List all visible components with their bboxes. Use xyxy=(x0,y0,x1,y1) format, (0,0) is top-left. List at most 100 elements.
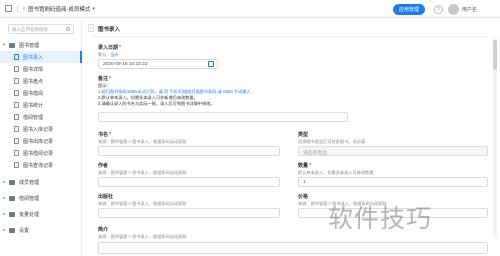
quantity-hint: 默认单本录入，如需多本录入可修改数量 xyxy=(298,170,374,175)
sidebar-item-book-stats[interactable]: 图书统计 xyxy=(0,99,82,111)
page-title: 图书录入 xyxy=(98,27,121,33)
label-text: 备注 xyxy=(98,76,109,82)
book-title-label: 书名* xyxy=(98,132,111,138)
sidebar-item-label: 图书统计 xyxy=(23,102,44,109)
sidebar-item-stock-out-record[interactable]: 图书出库记录 xyxy=(0,135,82,147)
divider xyxy=(92,36,488,37)
form-icon xyxy=(14,66,19,72)
app-title[interactable]: 图书馆刷码借阅-成员模式 xyxy=(28,5,90,13)
publisher-input[interactable] xyxy=(98,208,280,218)
search-placeholder: 输入应用名称搜索 xyxy=(12,27,48,32)
sidebar-item-book-inventory[interactable]: 图书盘点 xyxy=(0,75,82,87)
label-text: 录入日期 xyxy=(98,45,119,51)
home-icon[interactable] xyxy=(5,5,12,12)
notes-tip-line: 3.请确认录入的书名与实际一致，录入后可到图书详情中修改。 xyxy=(98,101,215,106)
sidebar-item-label: 借阅管理 xyxy=(23,114,44,121)
sidebar-item-label: 图书录入 xyxy=(23,54,44,61)
hint-prefix: 默认： xyxy=(98,52,111,57)
entry-date-value: 2020-09-18 10:32:22 xyxy=(103,62,148,67)
form-icon xyxy=(14,54,19,60)
book-title-hint: 来源：图书管理 > 图书录入，根据条码自动获取 xyxy=(98,139,187,144)
sidebar-search-input[interactable]: 输入应用名称搜索 xyxy=(8,24,74,34)
entry-date-hint: 默认：当天 xyxy=(98,52,119,58)
avatar[interactable] xyxy=(448,4,459,15)
sidebar-group-book-manage[interactable]: ▾ 图书管理 xyxy=(0,39,82,51)
collapse-sidebar-button[interactable]: ‹ xyxy=(88,24,94,32)
category-placeholder: 请选择类型 xyxy=(303,151,327,156)
sidebar-group-batch[interactable]: ▸ 批量处理 xyxy=(0,208,82,220)
folder-icon xyxy=(9,42,15,48)
report-icon xyxy=(14,138,19,144)
sidebar-group-settings[interactable]: ▸ 设置 xyxy=(0,224,82,236)
sidebar-item-stock-in-record[interactable]: 图书入库记录 xyxy=(0,123,82,135)
sidebar-item-label: 图书入库记录 xyxy=(23,126,54,133)
quantity-label: 数量* xyxy=(298,163,311,169)
sidebar-item-label: 图书出库记录 xyxy=(23,138,54,145)
sidebar-item-borrow-record[interactable]: 图书借阅记录 xyxy=(0,147,82,159)
quantity-input[interactable]: 1 xyxy=(298,177,488,187)
folder-icon xyxy=(9,211,15,217)
sidebar-item-label: 图书借阅记录 xyxy=(23,150,54,157)
author-label: 作者 xyxy=(98,163,109,169)
back-icon[interactable]: ‹ xyxy=(23,6,25,12)
sidebar-item-book-detail[interactable]: 图书详情 xyxy=(0,63,82,75)
sidebar-item-book-entry[interactable]: 图书录入 xyxy=(0,51,82,63)
sidebar-item-label: 批量处理 xyxy=(19,211,40,218)
search-icon[interactable] xyxy=(66,27,70,31)
app-manage-button[interactable]: 应用管理 xyxy=(393,4,425,15)
sidebar-group-member-manage[interactable]: ▸ 成员管理 xyxy=(0,176,82,188)
notes-label: 备注* xyxy=(98,76,111,82)
chart-icon xyxy=(14,102,19,108)
publisher-label: 出版社 xyxy=(98,194,114,200)
folder-icon xyxy=(9,195,15,201)
sidebar-item-query-record[interactable]: 图书查询记录 xyxy=(0,159,82,171)
sidebar-item-label: 图书管理 xyxy=(19,42,40,49)
category-hint: 选择图书类型后可检索图书，非必填 xyxy=(298,139,366,144)
publisher-hint: 来源：图书管理 > 图书录入，根据条码自动获取 xyxy=(98,201,187,206)
report-icon xyxy=(14,126,19,132)
summary-input[interactable] xyxy=(98,242,488,254)
entry-date-label: 录入日期* xyxy=(98,45,121,51)
summary-hint: 来源：图书管理 > 图书录入，根据条码自动获取 xyxy=(98,234,187,239)
sidebar-group-borrow-manage[interactable]: ▸ 借阅管理 xyxy=(0,192,82,204)
help-icon[interactable]: ? xyxy=(434,5,443,14)
sidebar-item-label: 图书盘点 xyxy=(23,78,44,85)
hint-value: 当天 xyxy=(110,52,119,57)
quantity-value: 1 xyxy=(303,180,306,185)
sidebar-item-label: 成员管理 xyxy=(19,179,40,186)
calendar-icon[interactable] xyxy=(208,61,214,67)
top-bar: ‹ 图书馆刷码借阅-成员模式 ▾ xyxy=(0,0,500,18)
author-hint: 来源：图书管理 > 图书录入，根据条码自动获取 xyxy=(98,170,187,175)
form-icon xyxy=(14,90,19,96)
folder-icon xyxy=(9,227,15,233)
report-icon xyxy=(14,150,19,156)
form-icon xyxy=(14,78,19,84)
label-text: 数量 xyxy=(298,163,309,169)
label-text: 书名 xyxy=(98,132,109,138)
summary-label: 简介 xyxy=(98,227,109,233)
form-icon xyxy=(14,114,19,120)
sidebar-item-label: 借阅管理 xyxy=(19,195,40,202)
price-label: 价格 xyxy=(298,194,309,200)
sidebar-item-label: 设置 xyxy=(19,227,30,234)
notes-input[interactable] xyxy=(98,112,348,122)
category-label: 类型 xyxy=(298,132,309,138)
author-input[interactable] xyxy=(98,177,280,187)
sidebar: 输入应用名称搜索 ▾ 图书管理 图书录入 图书详情 图书盘点 图书借阅 图书统计… xyxy=(0,18,82,256)
folder-icon xyxy=(9,179,15,185)
sidebar-item-label: 图书查询记录 xyxy=(23,162,54,169)
divider xyxy=(17,4,18,13)
tip-text: 1.若扫图书条码/ISBN无法识别，请 用 手机/扫描枪扫描图书条码 或 ISB… xyxy=(98,89,251,94)
report-icon xyxy=(14,162,19,168)
sidebar-item-label: 图书详情 xyxy=(23,66,44,73)
sidebar-item-label: 图书借阅 xyxy=(23,90,44,97)
chevron-down-icon[interactable]: ▾ xyxy=(92,6,95,12)
category-select[interactable]: 请选择类型 xyxy=(298,146,488,156)
scrollbar-thumb[interactable] xyxy=(493,40,497,70)
sidebar-item-borrow-manage[interactable]: 借阅管理 xyxy=(0,111,82,123)
user-name[interactable]: 用户名 xyxy=(462,6,477,13)
entry-date-field[interactable]: 2020-09-18 10:32:22 xyxy=(98,59,218,69)
book-title-input[interactable] xyxy=(98,146,280,156)
sidebar-item-book-borrow[interactable]: 图书借阅 xyxy=(0,87,82,99)
watermark: 软件技巧 xyxy=(328,204,433,233)
